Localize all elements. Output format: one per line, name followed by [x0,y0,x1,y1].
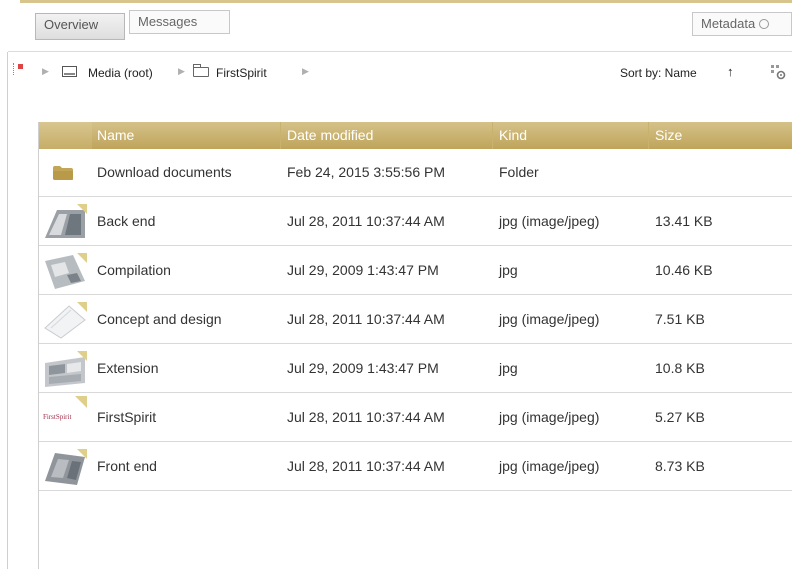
image-thumbnail [45,351,87,387]
image-thumbnail [45,449,87,485]
table-row[interactable]: Extension Jul 29, 2009 1:43:47 PM jpg 10… [39,345,792,393]
info-icon [759,19,770,29]
chevron-right-icon[interactable]: ▶ [302,66,309,77]
file-name: FirstSpirit [97,409,157,425]
file-date: Jul 28, 2011 10:37:44 AM [287,311,445,327]
folder-icon [53,166,73,180]
file-size: 5.27 KB [655,409,705,425]
folder-icon [193,64,209,77]
file-date: Jul 29, 2009 1:43:47 PM [287,360,439,376]
file-name: Compilation [97,262,171,278]
tab-overview[interactable]: Overview [35,13,125,40]
file-name: Download documents [97,164,232,180]
file-kind: jpg [499,360,518,376]
breadcrumb: ▶ Media (root) ▶ FirstSpirit ▶ Sort by: … [0,56,792,90]
table-row[interactable]: Download documents Feb 24, 2015 3:55:56 … [39,149,792,197]
file-date: Feb 24, 2015 3:55:56 PM [287,164,445,180]
file-date: Jul 28, 2011 10:37:44 AM [287,409,445,425]
file-date: Jul 28, 2011 10:37:44 AM [287,213,445,229]
corner-badge-icon [75,396,87,408]
file-size: 10.8 KB [655,360,705,376]
tab-metadata[interactable]: Metadata [692,12,792,36]
table-row[interactable]: Compilation Jul 29, 2009 1:43:47 PM jpg … [39,247,792,295]
tab-bar: Overview Messages Metadata [0,0,792,52]
file-date: Jul 28, 2011 10:37:44 AM [287,458,445,474]
chevron-right-icon: ▶ [42,66,49,76]
column-header-name[interactable]: Name [97,127,134,143]
file-name: Back end [97,213,156,229]
toolbar-divider [8,51,792,52]
table-row[interactable]: Front end Jul 28, 2011 10:37:44 AM jpg (… [39,443,792,491]
file-name: Extension [97,360,159,376]
chevron-right-icon: ▶ [178,66,185,76]
column-header-date[interactable]: Date modified [287,127,373,143]
image-thumbnail [44,302,87,339]
image-thumbnail [45,204,87,238]
sort-by-button[interactable]: Sort by: Name [620,66,697,80]
file-kind: jpg (image/jpeg) [499,458,600,474]
file-kind: Folder [499,164,539,180]
image-thumbnail: FirstSpirit [43,396,87,438]
file-name: Concept and design [97,311,222,327]
table-header: Name Date modified Kind Size [39,122,792,149]
media-root-icon [62,66,77,77]
file-size: 7.51 KB [655,311,705,327]
tree-toggle-icon[interactable] [13,63,27,77]
table-row[interactable]: Back end Jul 28, 2011 10:37:44 AM jpg (i… [39,198,792,246]
table-row[interactable]: FirstSpirit FirstSpirit Jul 28, 2011 10:… [39,394,792,442]
table-row[interactable]: Concept and design Jul 28, 2011 10:37:44… [39,296,792,344]
tab-messages-label: Messages [138,14,198,29]
image-thumbnail [45,253,87,289]
file-kind: jpg [499,262,518,278]
tab-messages[interactable]: Messages [129,10,230,34]
tab-overview-label: Overview [44,17,99,32]
file-kind: jpg (image/jpeg) [499,409,600,425]
breadcrumb-root[interactable]: Media (root) [88,66,153,80]
accent-line [20,0,792,3]
file-size: 13.41 KB [655,213,713,229]
file-kind: jpg (image/jpeg) [499,311,600,327]
file-name: Front end [97,458,157,474]
gear-icon[interactable] [770,64,786,80]
header-icon-column [39,122,92,149]
file-date: Jul 29, 2009 1:43:47 PM [287,262,439,278]
file-size: 8.73 KB [655,458,705,474]
breadcrumb-folder[interactable]: FirstSpirit [216,66,267,80]
file-table: Name Date modified Kind Size Download do… [38,122,792,569]
column-header-kind[interactable]: Kind [499,127,527,143]
file-size: 10.46 KB [655,262,713,278]
file-kind: jpg (image/jpeg) [499,213,600,229]
column-header-size[interactable]: Size [655,127,682,143]
sort-direction-icon[interactable]: ↑ [727,64,734,79]
tab-metadata-label: Metadata [701,16,756,31]
firstspirit-logo-text: FirstSpirit [43,413,72,421]
